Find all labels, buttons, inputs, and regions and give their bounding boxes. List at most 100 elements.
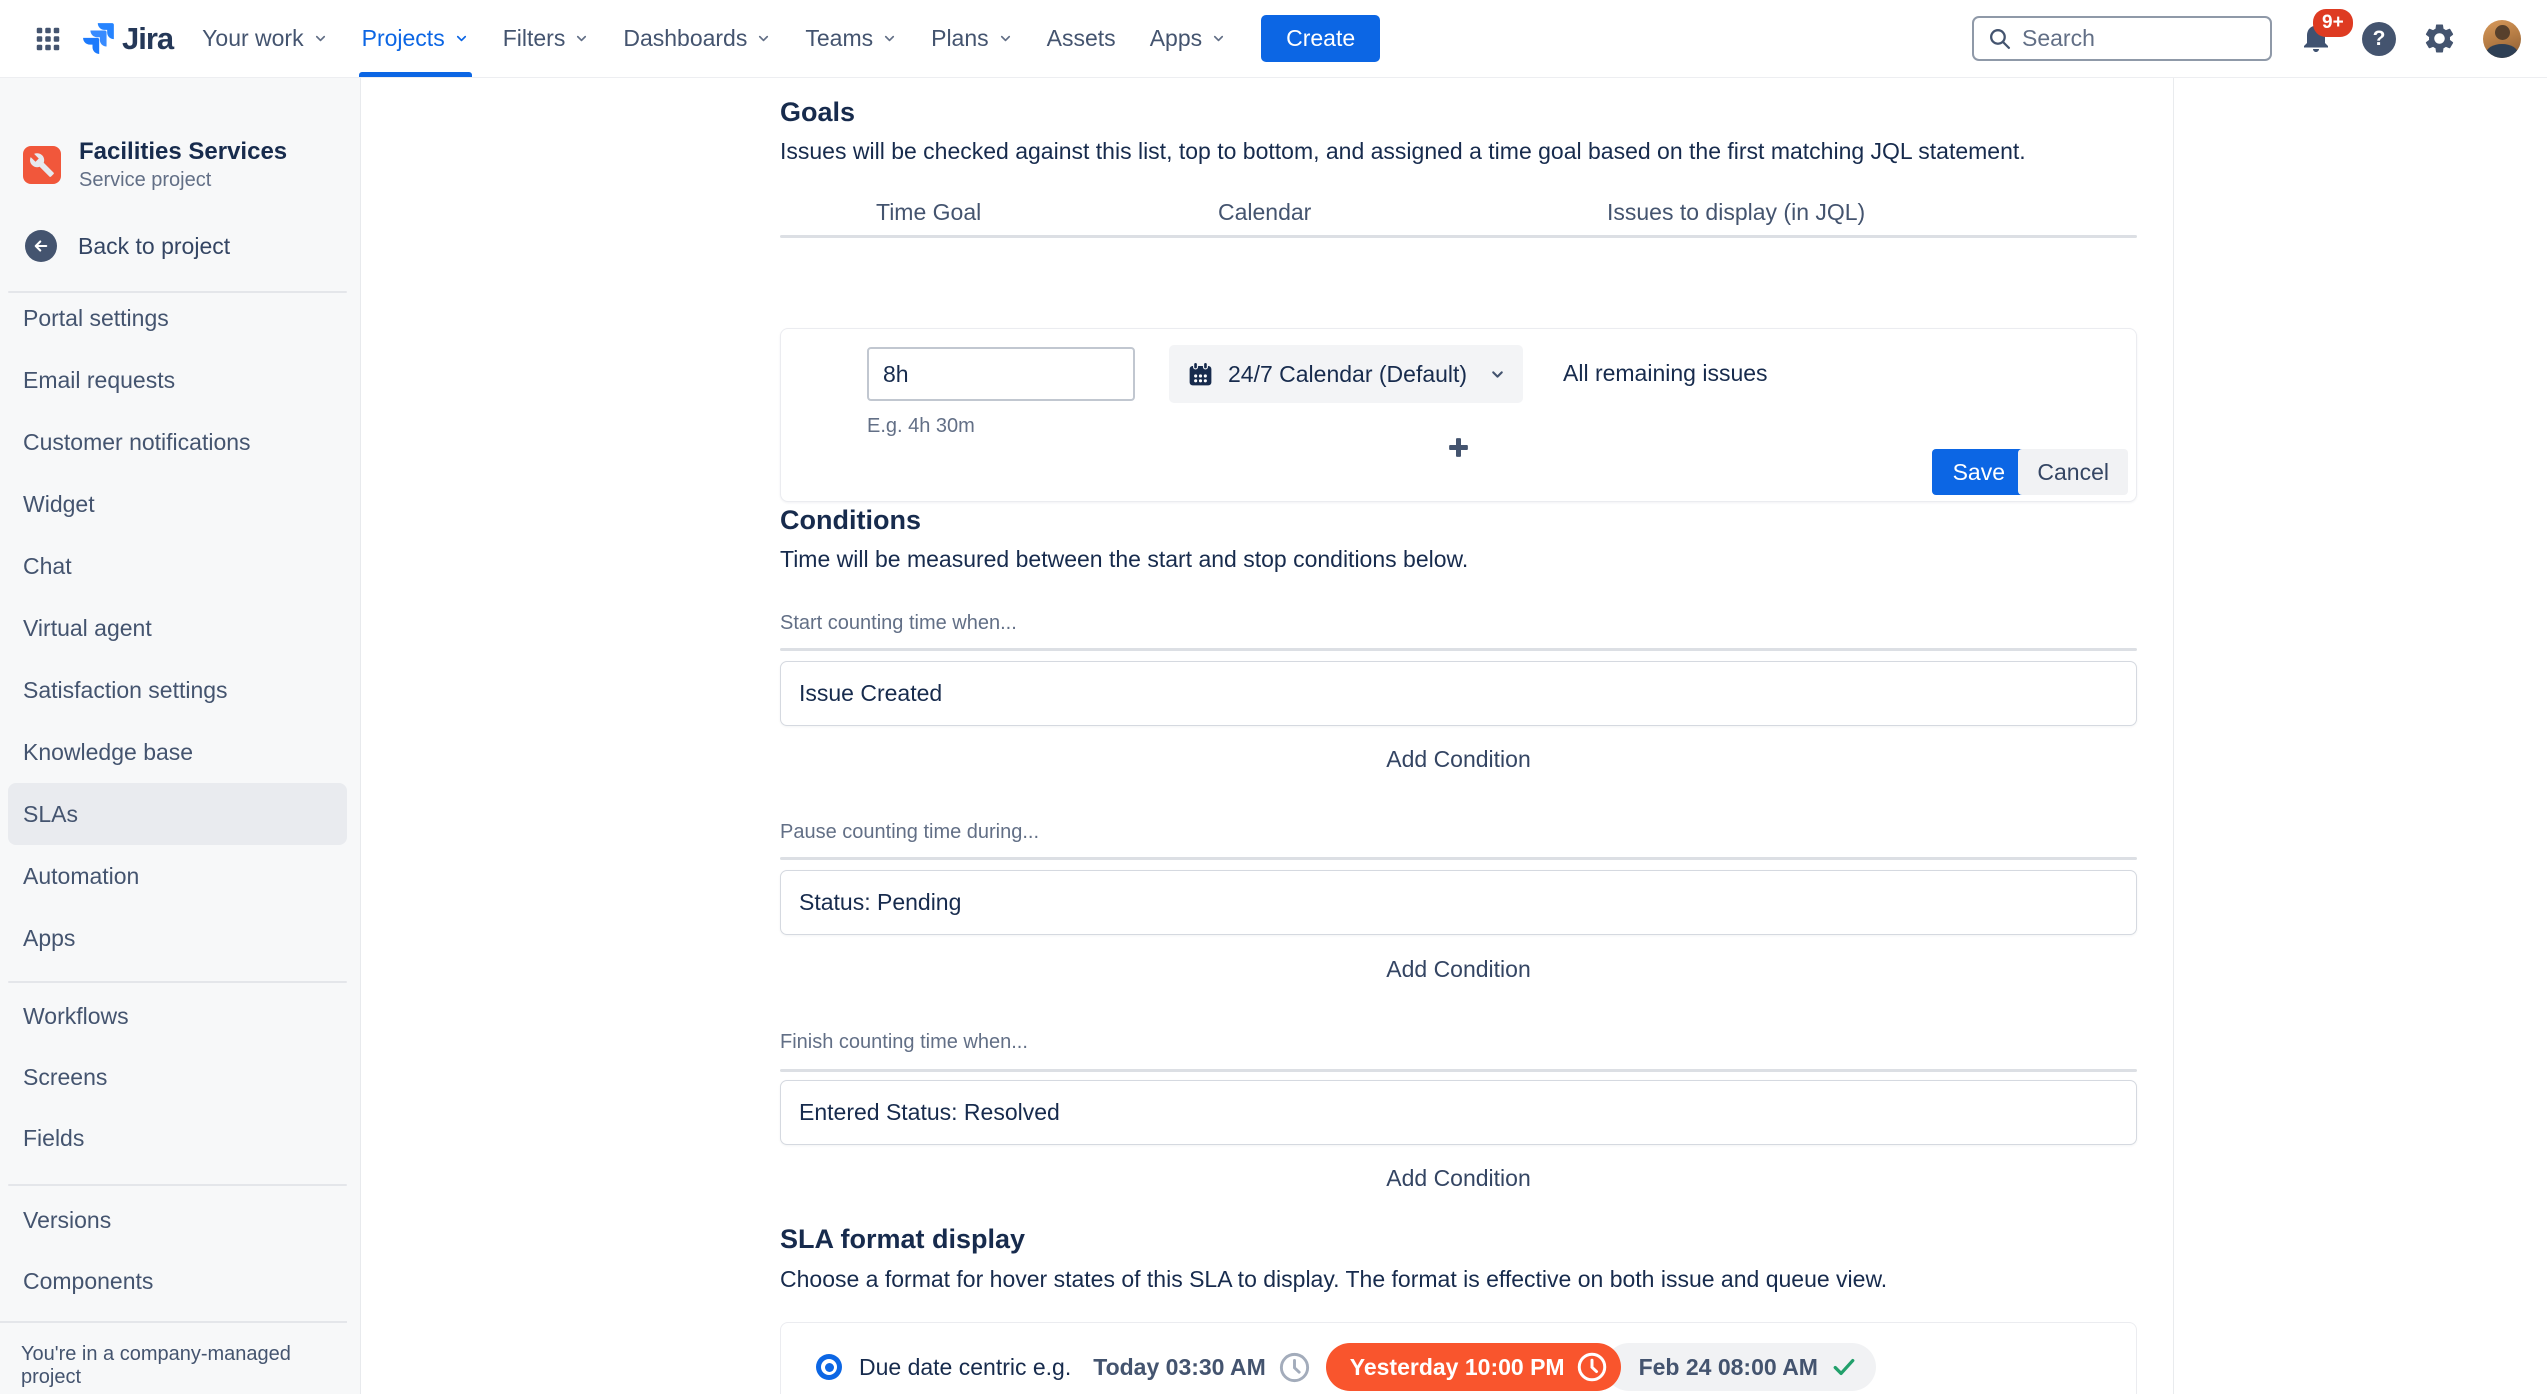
chevron-down-icon: [759, 35, 769, 42]
nav-item-teams[interactable]: Teams: [788, 0, 914, 77]
column-calendar: Calendar: [1218, 199, 1312, 225]
check-icon: [1830, 1353, 1858, 1381]
cancel-button[interactable]: Cancel: [2018, 449, 2128, 495]
nav-item-dashboards[interactable]: Dashboards: [606, 0, 788, 77]
nav-item-plans[interactable]: Plans: [914, 0, 1030, 77]
sidebar-item-fields[interactable]: Fields: [8, 1108, 347, 1169]
sidebar-item-screens[interactable]: Screens: [8, 1047, 347, 1108]
sidebar-item-slas[interactable]: SLAs: [8, 783, 347, 845]
calendar-select[interactable]: 24/7 Calendar (Default): [1169, 345, 1523, 403]
project-header: Facilities Services Service project: [23, 138, 287, 192]
gear-icon: [2425, 24, 2454, 53]
goals-title: Goals: [780, 97, 856, 127]
nav-item-your-work[interactable]: Your work: [185, 0, 344, 77]
nav-item-projects[interactable]: Projects: [345, 0, 486, 77]
back-to-project[interactable]: Back to project: [25, 230, 230, 262]
column-time-goal: Time Goal: [876, 199, 982, 225]
jira-logo-text: Jira: [122, 20, 174, 56]
sidebar-item-components[interactable]: Components: [8, 1251, 347, 1312]
user-avatar[interactable]: [2483, 19, 2521, 58]
sidebar-item-automation[interactable]: Automation: [8, 845, 347, 907]
create-button[interactable]: Create: [1261, 15, 1381, 62]
app-switcher-button[interactable]: [26, 17, 70, 61]
goals-header-divider: [780, 235, 2137, 238]
sidebar-item-knowledge-base[interactable]: Knowledge base: [8, 721, 347, 783]
section-divider: [780, 648, 2137, 651]
sidebar: Facilities Services Service project Back…: [0, 78, 361, 1394]
chevron-down-icon: [315, 35, 325, 42]
top-nav: Jira Your work Projects Filters Dashboar…: [0, 0, 2547, 78]
sidebar-nav-config: Workflows Screens Fields: [8, 986, 347, 1169]
sidebar-nav-main: Portal settings Email requests Customer …: [8, 287, 347, 969]
main-content: Goals Issues will be checked against thi…: [361, 78, 2547, 1394]
example-overdue-pill: Yesterday 10:00 PM: [1325, 1343, 1621, 1391]
add-goal-button[interactable]: [1436, 427, 1482, 467]
project-name: Facilities Services: [79, 138, 288, 165]
question-mark-icon: ?: [2372, 26, 2386, 50]
chevron-down-icon: [885, 35, 895, 42]
issues-to-display-value: All remaining issues: [1563, 360, 1768, 386]
content-right-divider: [2173, 78, 2174, 1394]
conditions-title: Conditions: [780, 505, 921, 535]
time-goal-input[interactable]: [867, 347, 1135, 401]
sidebar-item-customer-notifications[interactable]: Customer notifications: [8, 411, 347, 473]
nav-item-assets[interactable]: Assets: [1030, 0, 1133, 77]
project-type: Service project: [79, 169, 212, 191]
example-plain-time: Today 03:30 AM: [1093, 1353, 1266, 1380]
settings-button[interactable]: [2422, 21, 2457, 56]
time-goal-helper: E.g. 4h 30m: [867, 415, 975, 437]
jira-logo-icon: [80, 20, 117, 57]
chevron-down-icon: [1492, 370, 1503, 378]
sidebar-footer-note: You're in a company-managed project: [0, 1321, 347, 1389]
sidebar-item-chat[interactable]: Chat: [8, 535, 347, 597]
finish-condition-value[interactable]: Entered Status: Resolved: [780, 1080, 2137, 1145]
chevron-down-icon: [577, 35, 587, 42]
notification-badge: 9+: [2313, 8, 2353, 37]
sidebar-item-virtual-agent[interactable]: Virtual agent: [8, 597, 347, 659]
search-icon: [1987, 26, 2012, 51]
jira-logo[interactable]: Jira: [80, 20, 174, 57]
pause-condition-label: Pause counting time during...: [780, 821, 1040, 843]
help-button[interactable]: ?: [2362, 21, 2396, 56]
due-date-centric-option: Due date centric e.g. Today 03:30 AM Yes…: [816, 1343, 1876, 1391]
section-divider: [780, 857, 2137, 860]
column-issues-jql: Issues to display (in JQL): [1607, 199, 1866, 225]
chevron-down-icon: [1000, 35, 1010, 42]
sidebar-item-widget[interactable]: Widget: [8, 473, 347, 535]
start-condition-value[interactable]: Issue Created: [780, 661, 2137, 726]
finish-condition-label: Finish counting time when...: [780, 1031, 1028, 1053]
example-done-pill: Feb 24 08:00 AM: [1604, 1343, 1876, 1391]
nav-item-apps[interactable]: Apps: [1133, 0, 1243, 77]
sidebar-item-email-requests[interactable]: Email requests: [8, 349, 347, 411]
add-pause-condition-button[interactable]: Add Condition: [1386, 956, 1531, 983]
sidebar-item-versions[interactable]: Versions: [8, 1190, 347, 1251]
nav-item-filters[interactable]: Filters: [486, 0, 607, 77]
clock-icon: [1277, 1350, 1312, 1385]
radio-selected[interactable]: [816, 1354, 842, 1380]
notifications-button[interactable]: 9+: [2298, 8, 2353, 59]
wrench-icon: [30, 153, 54, 177]
grid-icon: [33, 24, 63, 54]
sidebar-item-workflows[interactable]: Workflows: [8, 986, 347, 1047]
goals-table-header: Time Goal Calendar Issues to display (in…: [780, 199, 2137, 227]
start-condition-label: Start counting time when...: [780, 612, 1017, 634]
add-finish-condition-button[interactable]: Add Condition: [1386, 1165, 1531, 1192]
search-input[interactable]: [2022, 25, 2257, 52]
search-box[interactable]: [1972, 16, 2272, 61]
add-start-condition-button[interactable]: Add Condition: [1386, 746, 1531, 773]
chevron-down-icon: [1214, 35, 1224, 42]
sidebar-item-apps[interactable]: Apps: [8, 907, 347, 969]
sidebar-divider: [8, 1184, 347, 1186]
clock-icon-white: [1575, 1350, 1609, 1384]
conditions-description: Time will be measured between the start …: [780, 546, 1469, 572]
goals-description: Issues will be checked against this list…: [780, 138, 2026, 164]
sidebar-item-satisfaction-settings[interactable]: Satisfaction settings: [8, 659, 347, 721]
save-button[interactable]: Save: [1931, 449, 2026, 495]
sla-format-title: SLA format display: [780, 1224, 1026, 1254]
sla-format-description: Choose a format for hover states of this…: [780, 1266, 1888, 1292]
plus-icon: [1449, 437, 1468, 457]
sidebar-item-portal-settings[interactable]: Portal settings: [8, 287, 347, 349]
project-avatar: [23, 146, 61, 184]
pause-condition-value[interactable]: Status: Pending: [780, 870, 2137, 935]
option-label: Due date centric e.g.: [859, 1353, 1072, 1380]
